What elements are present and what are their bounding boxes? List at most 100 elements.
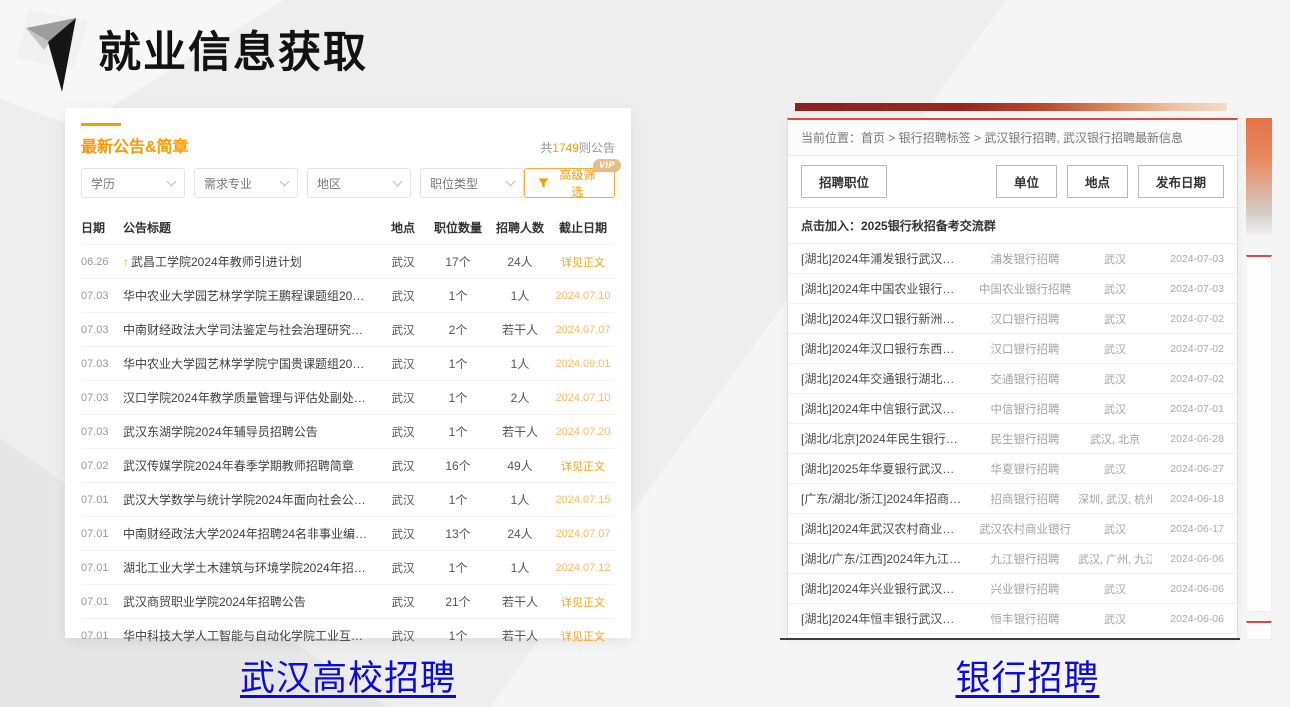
bank-row[interactable]: [湖北]2024年汉口银行东西湖支行社会招聘启事（7.2） 汉口银行招聘 武汉 … (788, 334, 1237, 364)
announcement-row[interactable]: 07.03 中南财经政法大学司法鉴定与社会治理研究院2024年7月招聘非事业编制… (81, 312, 615, 346)
announcement-row[interactable]: 07.03 汉口学院2024年教学质量管理与评估处副处长招聘公告 武汉 1个 2… (81, 380, 615, 414)
bank-row[interactable]: [湖北/北京]2024年民生银行民生科技社会招聘启事（6.28） 民生银行招聘 … (788, 424, 1237, 454)
bank-sort-button[interactable]: 单位 (996, 165, 1057, 198)
row-title[interactable]: 中南财经政法大学司法鉴定与社会治理研究院2024年7月招聘非事业编制专职科研..… (123, 321, 379, 338)
row-deadline[interactable]: 2024.07.07 (551, 324, 615, 336)
page-title: 就业信息获取 (98, 18, 368, 80)
row-date: 07.01 (81, 630, 123, 642)
row-date: 2024-07-02 (1152, 343, 1224, 355)
bank-row[interactable]: [湖北]2024年中信银行武汉分行社会招聘启事（7.1） 中信银行招聘 武汉 2… (788, 394, 1237, 424)
row-date: 2024-07-03 (1152, 283, 1224, 295)
row-title[interactable]: 武汉商贸职业学院2024年招聘公告 (123, 593, 379, 610)
panel-title: 最新公告&简章 (81, 133, 189, 157)
row-date: 06.26 (81, 256, 123, 268)
row-location: 武汉 (1078, 521, 1152, 537)
bank-recruitment-link[interactable]: 银行招聘 (780, 650, 1275, 701)
announcement-row[interactable]: 07.01 武汉大学数学与统计学院2024年面向社会公开招聘1名工作人员公告 武… (81, 482, 615, 516)
bank-row[interactable]: [湖北]2024年武汉农村商业银行招聘公告（6.17） 武汉农村商业银行 武汉 … (788, 514, 1237, 544)
row-people: 1人 (489, 559, 551, 576)
row-title[interactable]: 武汉传媒学院2024年春季学期教师招聘简章 (123, 457, 379, 474)
announcement-row[interactable]: 07.01 武汉商贸职业学院2024年招聘公告 武汉 21个 若干人 详见正文 (81, 584, 615, 618)
bank-row[interactable]: [湖北]2024年浦发银行武汉分行社会招聘启事 浦发银行招聘 武汉 2024-0… (788, 244, 1237, 274)
row-title[interactable]: [湖北/北京]2024年民生银行民生科技社会招聘启事（6.28） (801, 430, 972, 447)
row-people: 24人 (489, 253, 551, 270)
dropdown-label: 职位类型 (430, 175, 478, 192)
filter-dropdown[interactable]: 需求专业 (194, 168, 298, 198)
university-recruitment-panel: 最新公告&简章 共1749则公告 学历 需求专业 地区 职位类型 高级筛选 VI… (65, 108, 631, 638)
row-title[interactable]: 华中农业大学园艺林学学院王鹏程课题组2024年7月招聘1名科研助理公告 (123, 287, 379, 304)
row-location: 武汉 (379, 390, 427, 406)
row-location: 武汉 (379, 628, 427, 644)
row-title[interactable]: [湖北/广东/江西]2024年九江银行社会招聘启事（6.6） (801, 550, 972, 567)
bank-filter-right-group: 单位 地点 发布日期 (996, 165, 1224, 198)
row-positions: 17个 (427, 253, 489, 270)
row-deadline[interactable]: 2024.07.07 (551, 528, 615, 540)
announcement-row[interactable]: 07.01 湖北工业大学土木建筑与环境学院2024年招聘1名科研助理启事 武汉 … (81, 550, 615, 584)
row-title[interactable]: [湖北]2024年交通银行湖北分行社会招聘启事（7.2） (801, 370, 972, 387)
bank-row[interactable]: [湖北]2024年兴业银行武汉分行社会招聘启事（6.6） 兴业银行招聘 武汉 2… (788, 574, 1237, 604)
row-organization: 汉口银行招聘 (972, 341, 1078, 357)
row-title[interactable]: [湖北]2024年兴业银行武汉分行社会招聘启事（6.6） (801, 580, 972, 597)
announcement-row[interactable]: 07.03 华中农业大学园艺林学学院宁国贵课题组2024年7月招聘1名科研辅助人… (81, 346, 615, 380)
row-location: 武汉 (1078, 281, 1152, 297)
row-organization: 华夏银行招聘 (972, 461, 1078, 477)
row-location: 武汉 (1078, 371, 1152, 387)
announcement-row[interactable]: 07.03 武汉东湖学院2024年辅导员招聘公告 武汉 1个 若干人 2024.… (81, 414, 615, 448)
row-deadline[interactable]: 2024.07.10 (551, 392, 615, 404)
row-title[interactable]: [湖北]2024年恒丰银行武汉分行社会招聘启事（6.6） (801, 610, 972, 627)
bank-row[interactable]: [湖北]2024年汉口银行新洲支行社会招聘启事（7.2） 汉口银行招聘 武汉 2… (788, 304, 1237, 334)
row-deadline[interactable]: 2024.09.01 (551, 358, 615, 370)
row-title[interactable]: [湖北]2024年中信银行武汉分行社会招聘启事（7.1） (801, 400, 972, 417)
row-title[interactable]: [广东/湖北/浙江]2024年招商银行招银云创社会招聘启事（6.18） (801, 490, 972, 507)
row-title[interactable]: 华中科技大学人工智能与自动化学院工业互联网及系统安全实验室2024年面向国内..… (123, 627, 379, 644)
row-deadline[interactable]: 2024.07.10 (551, 290, 615, 302)
filter-dropdown[interactable]: 职位类型 (420, 168, 524, 198)
row-title[interactable]: ↑武昌工学院2024年教师引进计划 (123, 253, 379, 270)
bank-row[interactable]: [湖北]2025年华夏银行武汉分行校园招聘公告 华夏银行招聘 武汉 2024-0… (788, 454, 1237, 484)
university-recruitment-link[interactable]: 武汉高校招聘 (65, 650, 631, 701)
row-title[interactable]: 武汉大学数学与统计学院2024年面向社会公开招聘1名工作人员公告 (123, 491, 379, 508)
dropdown-label: 需求专业 (204, 175, 252, 192)
row-title[interactable]: [湖北]2024年武汉农村商业银行招聘公告（6.17） (801, 520, 972, 537)
row-deadline[interactable]: 详见正文 (551, 254, 615, 270)
bank-list: [湖北]2024年浦发银行武汉分行社会招聘启事 浦发银行招聘 武汉 2024-0… (788, 244, 1237, 639)
join-group-notice[interactable]: 点击加入：2025银行秋招备考交流群 (788, 208, 1237, 244)
bank-row[interactable]: [湖北]2024年中国农业银行湖北省分行暑期实习生招募公告 中国农业银行招聘 武… (788, 274, 1237, 304)
announcement-row[interactable]: 07.03 华中农业大学园艺林学学院王鹏程课题组2024年7月招聘1名科研助理公… (81, 278, 615, 312)
announcement-row[interactable]: 06.26 ↑武昌工学院2024年教师引进计划 武汉 17个 24人 详见正文 (81, 244, 615, 278)
advanced-filter-button[interactable]: 高级筛选 (524, 168, 615, 198)
row-title[interactable]: 汉口学院2024年教学质量管理与评估处副处长招聘公告 (123, 389, 379, 406)
bank-sort-button[interactable]: 发布日期 (1138, 165, 1224, 198)
row-deadline[interactable]: 2024.07.20 (551, 426, 615, 438)
row-title[interactable]: [湖北]2025年华夏银行武汉分行校园招聘公告 (801, 460, 972, 477)
filter-dropdown[interactable]: 地区 (307, 168, 411, 198)
row-location: 武汉 (379, 594, 427, 610)
row-deadline[interactable]: 2024.07.12 (551, 562, 615, 574)
announcement-row[interactable]: 07.01 华中科技大学人工智能与自动化学院工业互联网及系统安全实验室2024年… (81, 618, 615, 652)
row-deadline[interactable]: 2024.07.15 (551, 494, 615, 506)
filter-job-button[interactable]: 招聘职位 (801, 165, 887, 198)
row-title[interactable]: 武汉东湖学院2024年辅导员招聘公告 (123, 423, 379, 440)
filter-dropdown[interactable]: 学历 (81, 168, 185, 198)
bank-row[interactable]: [湖北]2024年交通银行湖北分行社会招聘启事（7.2） 交通银行招聘 武汉 2… (788, 364, 1237, 394)
row-date: 07.03 (81, 324, 123, 336)
row-location: 武汉 (379, 458, 427, 474)
row-title[interactable]: [湖北]2024年汉口银行新洲支行社会招聘启事（7.2） (801, 310, 972, 327)
row-title[interactable]: 湖北工业大学土木建筑与环境学院2024年招聘1名科研助理启事 (123, 559, 379, 576)
bank-sort-button[interactable]: 地点 (1067, 165, 1128, 198)
row-deadline[interactable]: 详见正文 (551, 458, 615, 474)
row-title[interactable]: 华中农业大学园艺林学学院宁国贵课题组2024年7月招聘1名科研辅助人员公告 (123, 355, 379, 372)
row-title[interactable]: [湖北]2024年中国农业银行湖北省分行暑期实习生招募公告 (801, 280, 972, 297)
announcement-row[interactable]: 07.01 中南财经政法大学2024年招聘24名非事业编制科研助理公告 武汉 1… (81, 516, 615, 550)
row-title[interactable]: 中南财经政法大学2024年招聘24名非事业编制科研助理公告 (123, 525, 379, 542)
row-title[interactable]: [湖北]2024年浦发银行武汉分行社会招聘启事 (801, 250, 972, 267)
row-deadline[interactable]: 详见正文 (551, 628, 615, 644)
bank-row[interactable]: [湖北]2024年恒丰银行武汉分行社会招聘启事（6.6） 恒丰银行招聘 武汉 2… (788, 604, 1237, 634)
row-positions: 21个 (427, 593, 489, 610)
announcement-row[interactable]: 07.02 武汉传媒学院2024年春季学期教师招聘简章 武汉 16个 49人 详… (81, 448, 615, 482)
breadcrumb[interactable]: 当前位置：首页 > 银行招聘标签 > 武汉银行招聘, 武汉银行招聘最新信息 (788, 120, 1237, 156)
bank-row[interactable]: [广东/湖北/浙江]2024年招商银行招银云创社会招聘启事（6.18） 招商银行… (788, 484, 1237, 514)
bank-row[interactable]: [湖北/广东/江西]2024年九江银行社会招聘启事（6.6） 九江银行招聘 武汉… (788, 544, 1237, 574)
row-deadline[interactable]: 详见正文 (551, 594, 615, 610)
row-title[interactable]: [湖北]2024年汉口银行东西湖支行社会招聘启事（7.2） (801, 340, 972, 357)
